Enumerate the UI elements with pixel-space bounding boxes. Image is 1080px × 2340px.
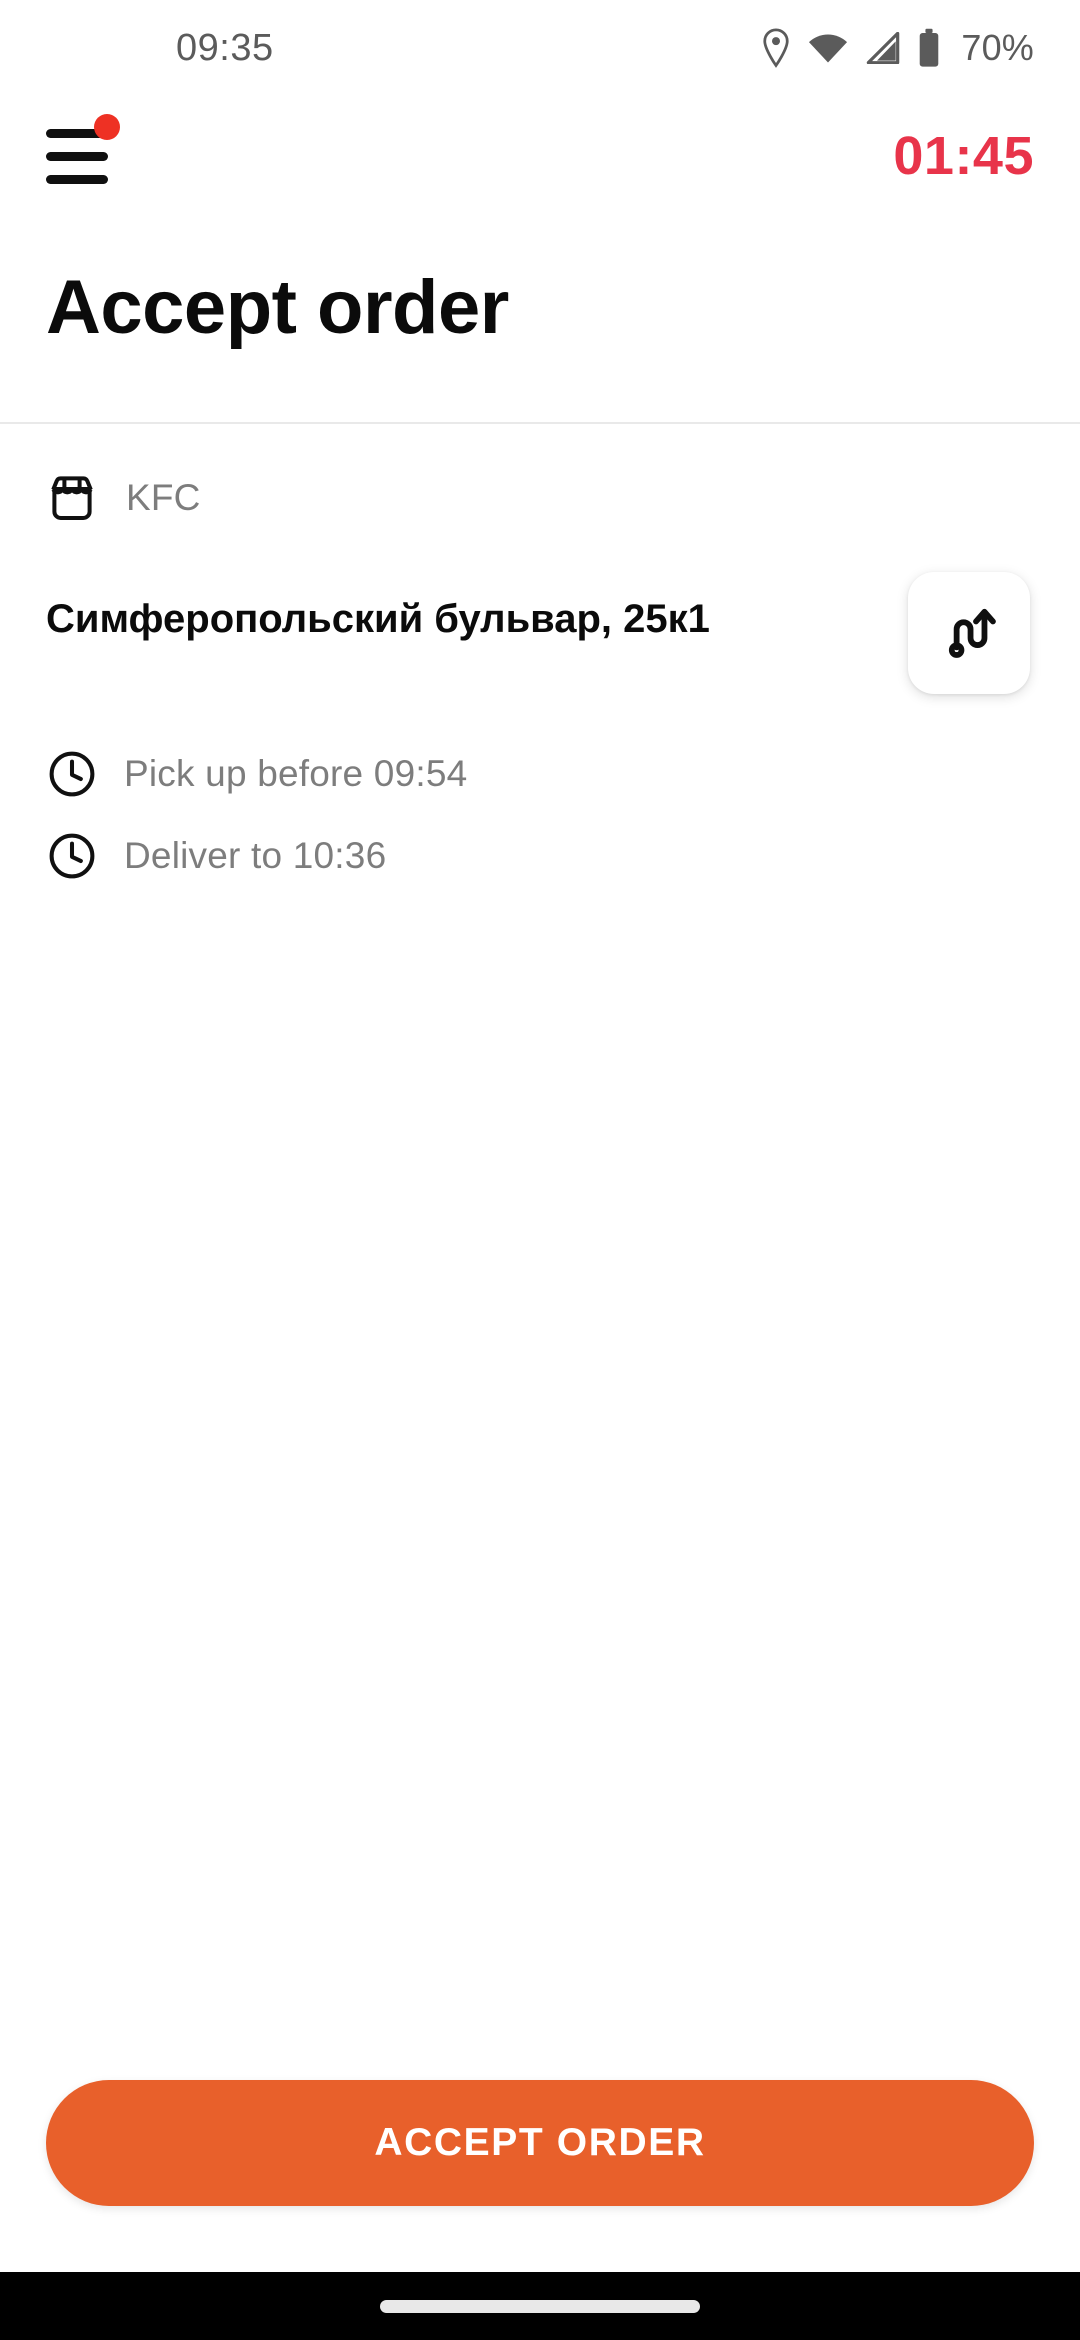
hamburger-bar-2 bbox=[46, 151, 108, 161]
battery-percent-label: 70% bbox=[961, 27, 1034, 68]
app-bar: 01:45 bbox=[0, 96, 1080, 216]
status-bar-icons: 70% bbox=[761, 27, 1034, 69]
system-navigation-bar bbox=[0, 2272, 1080, 2340]
order-details-section: KFC Симферопольский бульвар, 25к1 Pick u… bbox=[0, 424, 1080, 2080]
hamburger-menu-icon[interactable] bbox=[46, 114, 120, 186]
title-block: Accept order bbox=[0, 216, 1080, 422]
hamburger-bar-3 bbox=[46, 174, 108, 184]
venue-name: KFC bbox=[126, 476, 201, 518]
status-bar-clock: 09:35 bbox=[176, 26, 274, 69]
wifi-icon bbox=[807, 32, 849, 64]
cta-area: ACCEPT ORDER bbox=[0, 2080, 1080, 2272]
pickup-time-label: Pick up before 09:54 bbox=[124, 752, 468, 794]
app-screen: 09:35 70% 01:45 Accept order KFC Симферо… bbox=[0, 0, 1080, 2340]
clock-icon bbox=[46, 830, 98, 882]
address-row: Симферопольский бульвар, 25к1 bbox=[46, 571, 1034, 694]
cellular-signal-icon bbox=[865, 32, 901, 64]
countdown-timer: 01:45 bbox=[893, 126, 1034, 186]
page-title: Accept order bbox=[46, 265, 509, 350]
venue-row: KFC bbox=[46, 472, 1034, 524]
pickup-time-row: Pick up before 09:54 bbox=[46, 748, 1034, 800]
pickup-address: Симферопольский бульвар, 25к1 bbox=[46, 596, 710, 641]
deliver-time-label: Deliver to 10:36 bbox=[124, 834, 387, 876]
home-gesture-pill[interactable] bbox=[380, 2299, 700, 2313]
battery-icon bbox=[917, 28, 941, 68]
clock-icon bbox=[46, 748, 98, 800]
route-arrow-icon bbox=[940, 601, 998, 664]
deliver-time-row: Deliver to 10:36 bbox=[46, 830, 1034, 882]
route-button[interactable] bbox=[908, 571, 1030, 694]
status-bar: 09:35 70% bbox=[0, 0, 1080, 96]
storefront-icon bbox=[46, 472, 98, 524]
accept-order-button[interactable]: ACCEPT ORDER bbox=[46, 2080, 1034, 2206]
notification-dot-badge bbox=[94, 114, 120, 140]
location-pin-icon bbox=[761, 28, 791, 68]
